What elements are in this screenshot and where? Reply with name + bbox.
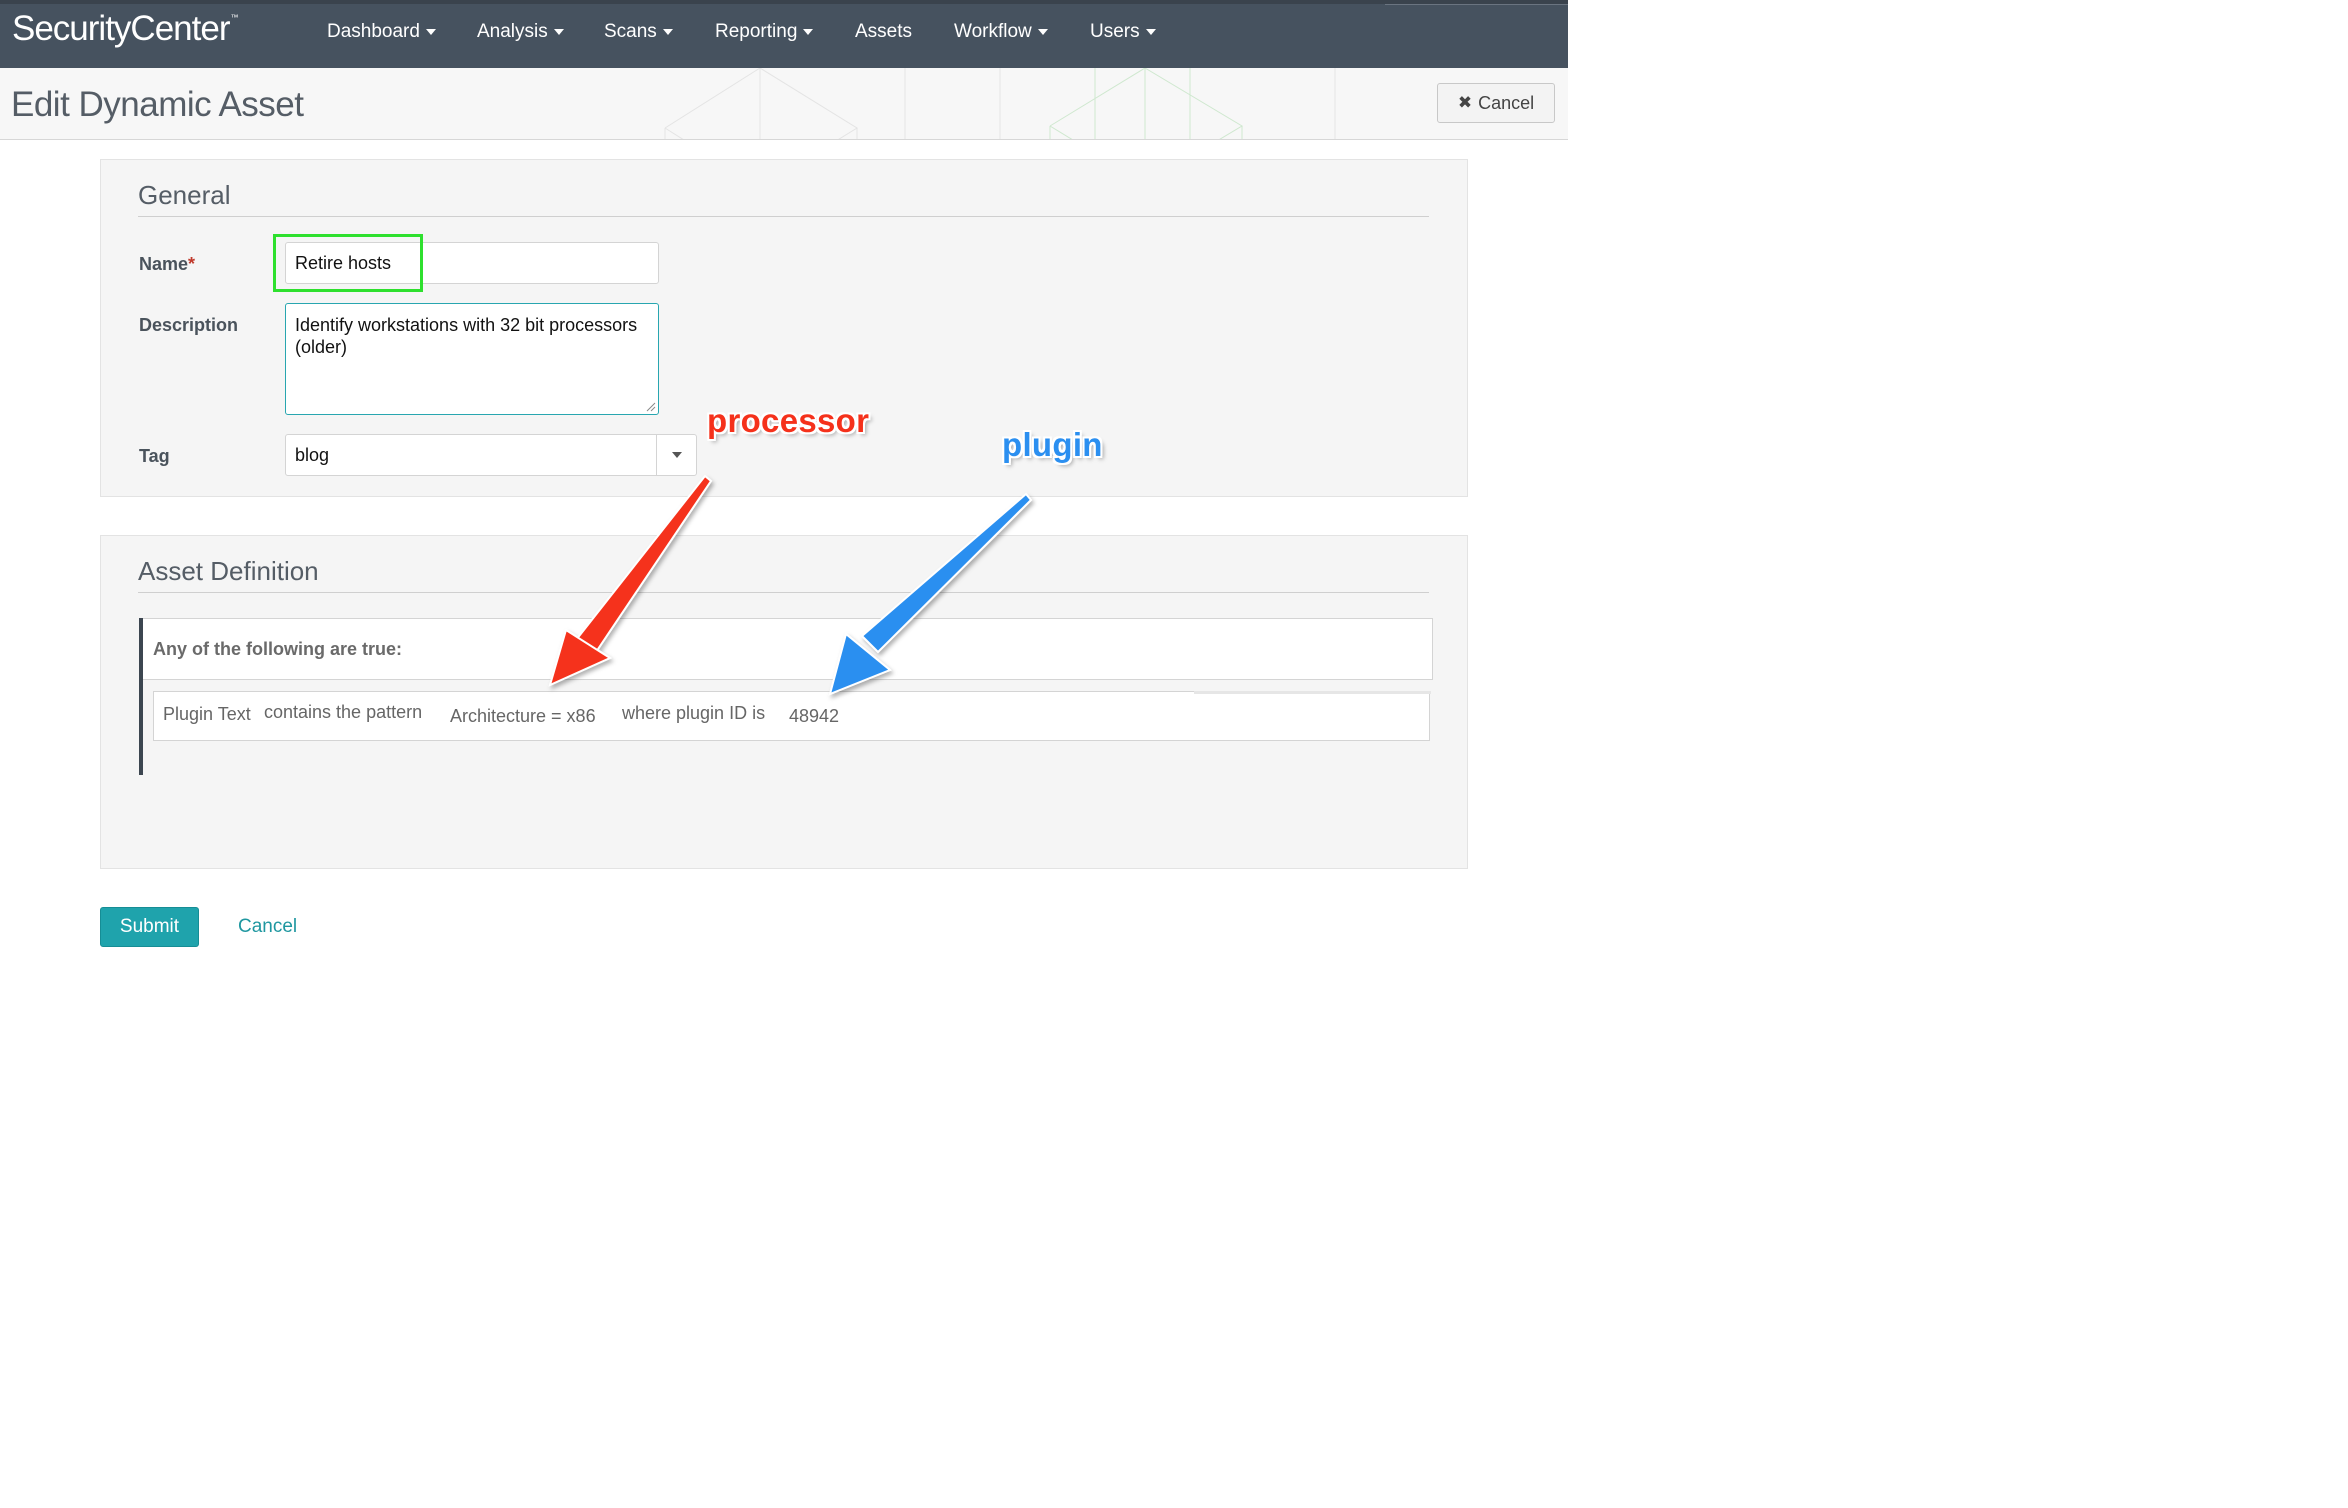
rule-group: Any of the following are true: Plugin Te… [139,618,1433,775]
plugin-annotation: plugin [1002,426,1103,463]
description-value: Identify workstations with 32 bit proces… [295,315,638,357]
header-cancel-button[interactable]: ✖ Cancel [1437,83,1555,123]
nav-item-scans[interactable]: Scans [604,21,673,43]
nav-item-assets[interactable]: Assets [855,21,912,43]
caret-down-icon [1037,29,1048,35]
caret-down-icon [671,452,682,458]
caret-down-icon [553,29,564,35]
caret-down-icon [803,29,814,35]
rule-group-condition: Any of the following are true: [153,639,403,659]
top-navbar: SecurityCenter™ Dashboard Analysis Scans… [0,0,1568,68]
rule-operator: contains the pattern [264,702,423,722]
tag-dropdown-toggle[interactable] [656,435,696,475]
asset-definition-panel: Asset Definition Any of the following ar… [100,535,1468,869]
nav-item-analysis[interactable]: Analysis [477,21,564,43]
processor-annotation: processor [707,402,870,439]
general-panel: General Name* Retire hosts Description I… [100,159,1468,497]
nav-item-reporting[interactable]: Reporting [715,21,814,43]
cancel-link[interactable]: Cancel [238,916,297,938]
brand-logo[interactable]: SecurityCenter™ [12,9,238,49]
rule-row[interactable]: Plugin Text contains the pattern Archite… [153,691,1431,741]
name-label: Name* [139,254,195,275]
page-title: Edit Dynamic Asset [11,85,304,124]
times-icon: ✖ [1457,93,1473,112]
asset-definition-title: Asset Definition [138,556,319,586]
nav-item-users[interactable]: Users [1090,21,1156,43]
rule-qualifier: where plugin ID is [622,703,766,723]
rule-row-edge [1194,691,1431,694]
nav-item-label: Dashboard [327,21,420,42]
section-divider [138,216,1429,217]
name-highlight-box [273,234,423,292]
nav-item-label: Workflow [954,21,1032,42]
nav-item-label: Scans [604,21,657,42]
name-label-text: Name [139,254,189,274]
caret-down-icon [662,29,673,35]
tag-select[interactable]: blog [285,434,697,476]
nav-item-workflow[interactable]: Workflow [954,21,1048,43]
tag-select-value: blog [295,445,330,465]
brand-name: SecurityCenter [12,9,230,48]
nav-item-label: Users [1090,21,1140,42]
page-header: Edit Dynamic Asset ✖ Cancel [0,68,1568,140]
header-cancel-label: Cancel [1478,92,1535,113]
nav-item-label: Reporting [715,21,798,42]
resize-handle-icon[interactable] [646,402,656,412]
nav-item-label: Analysis [477,21,548,42]
rule-pattern: Architecture = x86 [450,706,596,726]
navbar-accent-line [1385,4,1568,5]
required-marker: * [188,254,196,274]
nav-item-dashboard[interactable]: Dashboard [327,21,436,43]
tag-label: Tag [139,446,170,466]
section-divider [138,592,1429,593]
caret-down-icon [425,29,436,35]
submit-button[interactable]: Submit [100,907,199,947]
nav-item-label: Assets [855,21,913,42]
trademark-mark: ™ [230,13,238,22]
caret-down-icon [1145,29,1156,35]
rule-plugin-id: 48942 [789,706,840,726]
general-section-title: General [138,180,231,210]
rule-field: Plugin Text [163,704,251,724]
description-textarea[interactable]: Identify workstations with 32 bit proces… [285,303,659,415]
description-label: Description [139,315,239,335]
rule-group-header[interactable]: Any of the following are true: [143,618,1433,680]
